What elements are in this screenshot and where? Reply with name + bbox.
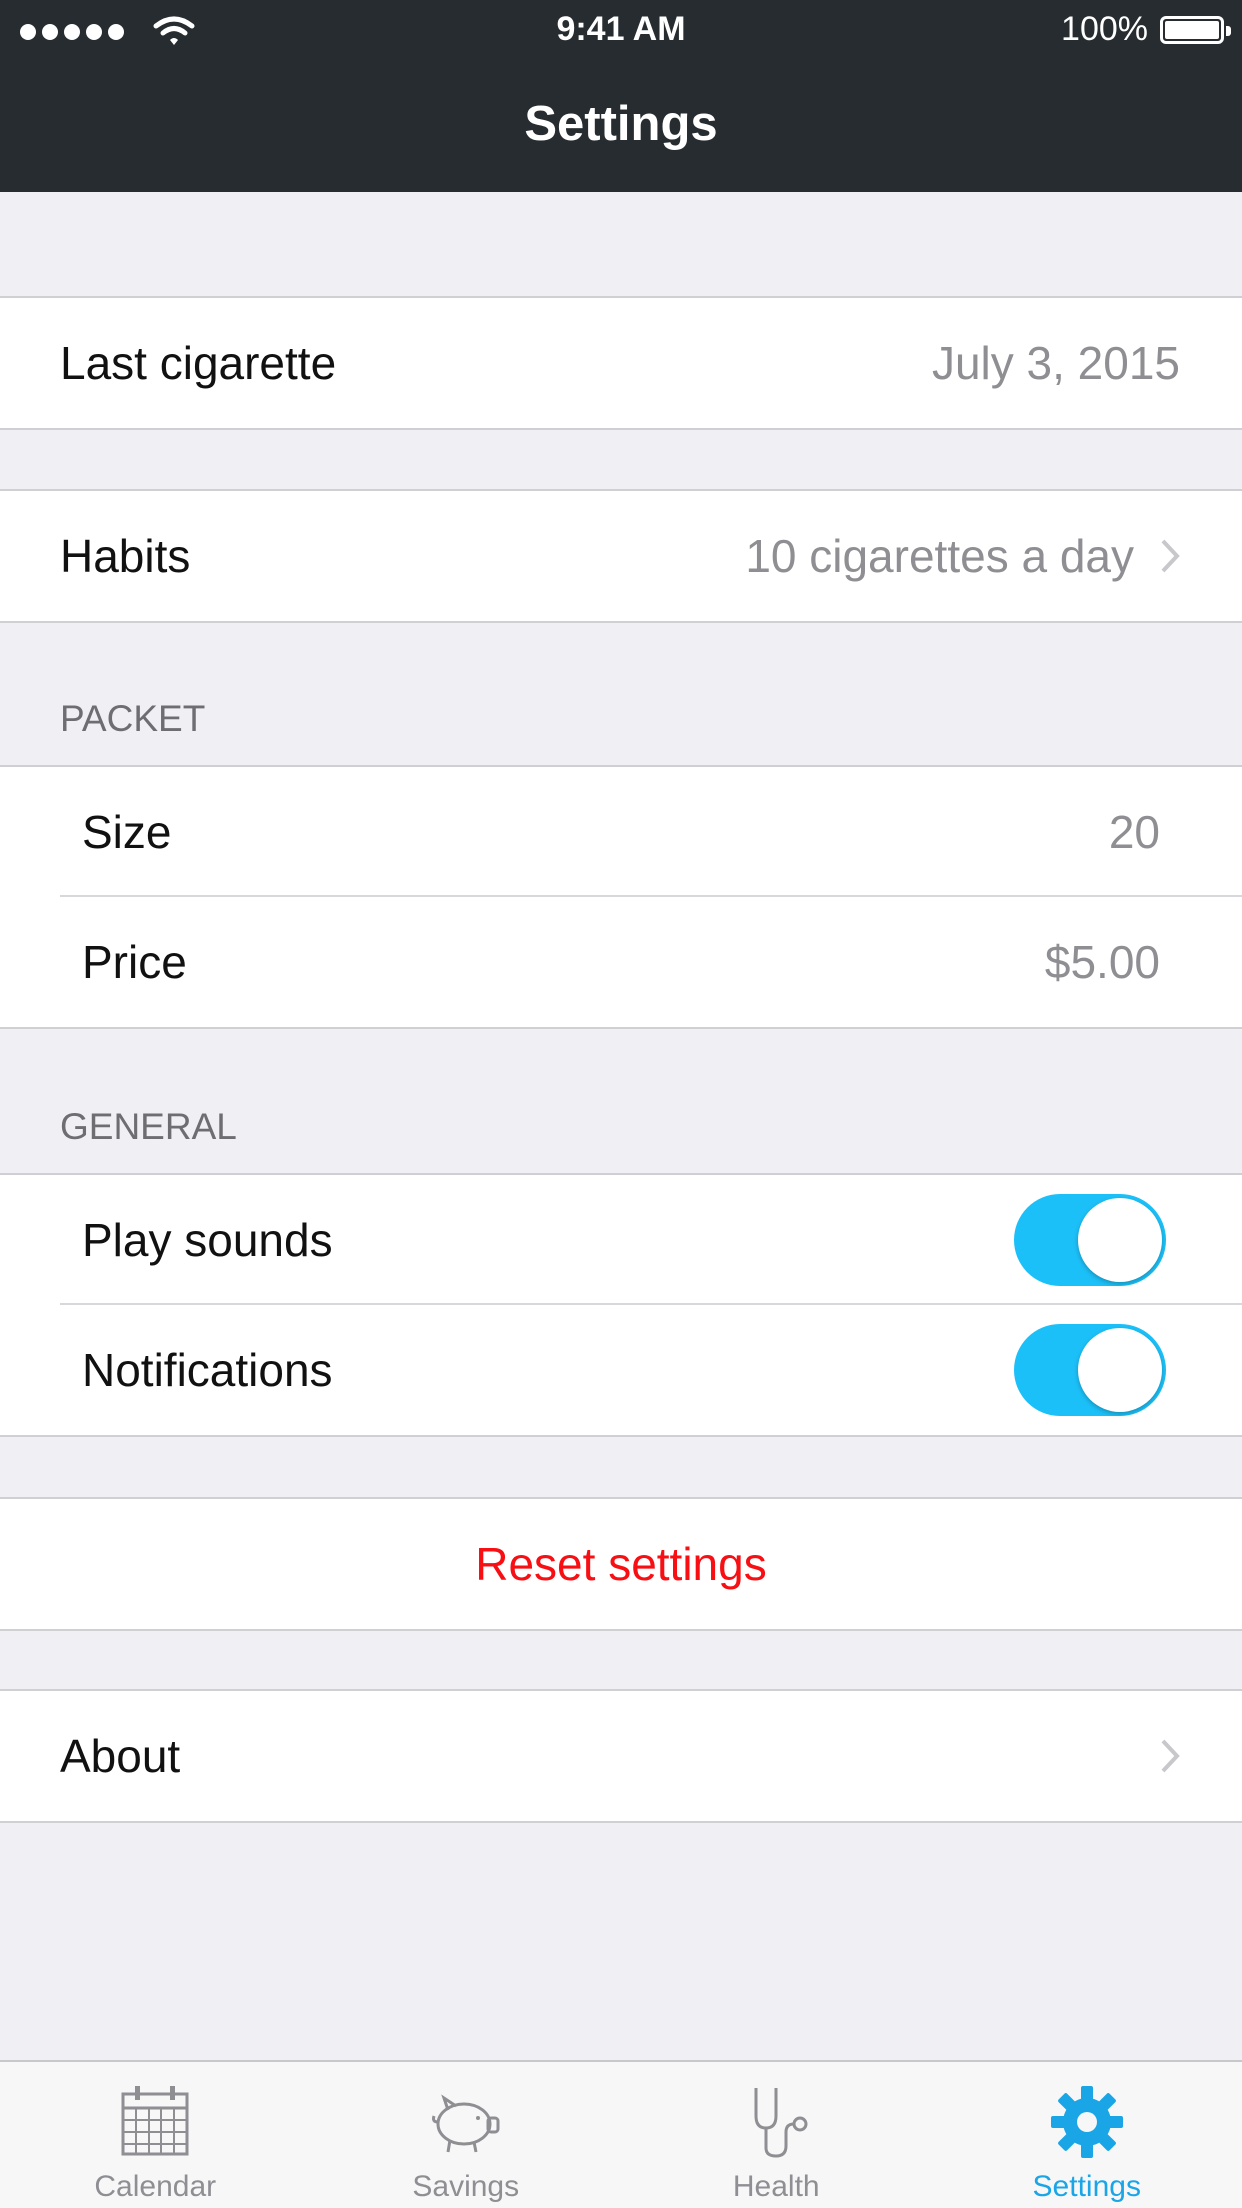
play-sounds-toggle[interactable] [1014, 1194, 1166, 1286]
tab-health[interactable]: Health [621, 2062, 932, 2208]
packet-size-label: Size [82, 806, 172, 858]
notifications-toggle[interactable] [1014, 1324, 1166, 1416]
tab-calendar[interactable]: Calendar [0, 2062, 311, 2208]
habits-value: 10 cigarettes a day [745, 530, 1134, 582]
chevron-right-icon [1161, 539, 1180, 573]
packet-size-value: 20 [1108, 806, 1160, 858]
reset-group: Reset settings [0, 1497, 1242, 1631]
reset-settings-button[interactable]: Reset settings [0, 1499, 1242, 1629]
tab-label: Calendar [94, 2170, 217, 2203]
packet-section-header: PACKET [60, 698, 206, 739]
reset-settings-label: Reset settings [475, 1538, 767, 1590]
play-sounds-row: Play sounds [0, 1175, 1242, 1305]
calendar-icon [121, 2086, 189, 2156]
play-sounds-label: Play sounds [82, 1214, 333, 1266]
packet-price-row[interactable]: Price $5.00 [0, 897, 1242, 1027]
about-group: About [0, 1689, 1242, 1823]
habits-label: Habits [60, 530, 191, 582]
tab-bar: Calendar Savings Health Settings [0, 2060, 1242, 2208]
habits-group: Habits 10 cigarettes a day [0, 489, 1242, 623]
about-row[interactable]: About [0, 1691, 1242, 1821]
packet-price-value: $5.00 [1044, 936, 1160, 988]
habits-row[interactable]: Habits 10 cigarettes a day [0, 491, 1242, 621]
navigation-bar: 9:41 AM 100% Settings [0, 0, 1242, 192]
battery-percentage: 100% [1061, 10, 1148, 48]
notifications-label: Notifications [82, 1344, 333, 1396]
gear-icon [1050, 2086, 1123, 2158]
battery-icon [1160, 15, 1231, 44]
tab-settings[interactable]: Settings [932, 2062, 1242, 2208]
status-time: 9:41 AM [556, 10, 686, 48]
tab-label: Savings [412, 2170, 520, 2203]
tab-label: Settings [1032, 2170, 1141, 2203]
toggle-knob [1078, 1328, 1162, 1412]
about-label: About [60, 1730, 181, 1782]
tab-label: Health [732, 2170, 820, 2203]
packet-group: Size 20 Price $5.00 [0, 765, 1242, 1029]
last-cigarette-row[interactable]: Last cigarette July 3, 2015 [0, 298, 1242, 428]
general-section-header: GENERAL [60, 1106, 237, 1147]
chevron-right-icon [1161, 1739, 1180, 1773]
page-title: Settings [524, 97, 718, 151]
stethoscope-icon [754, 2088, 808, 2158]
packet-size-row[interactable]: Size 20 [0, 767, 1242, 897]
packet-price-label: Price [82, 936, 187, 988]
general-group: Play sounds Notifications [0, 1173, 1242, 1437]
last-cigarette-value: July 3, 2015 [931, 337, 1180, 389]
notifications-row: Notifications [0, 1305, 1242, 1435]
toggle-knob [1078, 1198, 1162, 1282]
tab-savings[interactable]: Savings [311, 2062, 622, 2208]
piggy-bank-icon [431, 2094, 500, 2153]
status-bar-right: 100% [1061, 10, 1231, 49]
last-cigarette-label: Last cigarette [60, 337, 337, 389]
last-cigarette-group: Last cigarette July 3, 2015 [0, 296, 1242, 430]
